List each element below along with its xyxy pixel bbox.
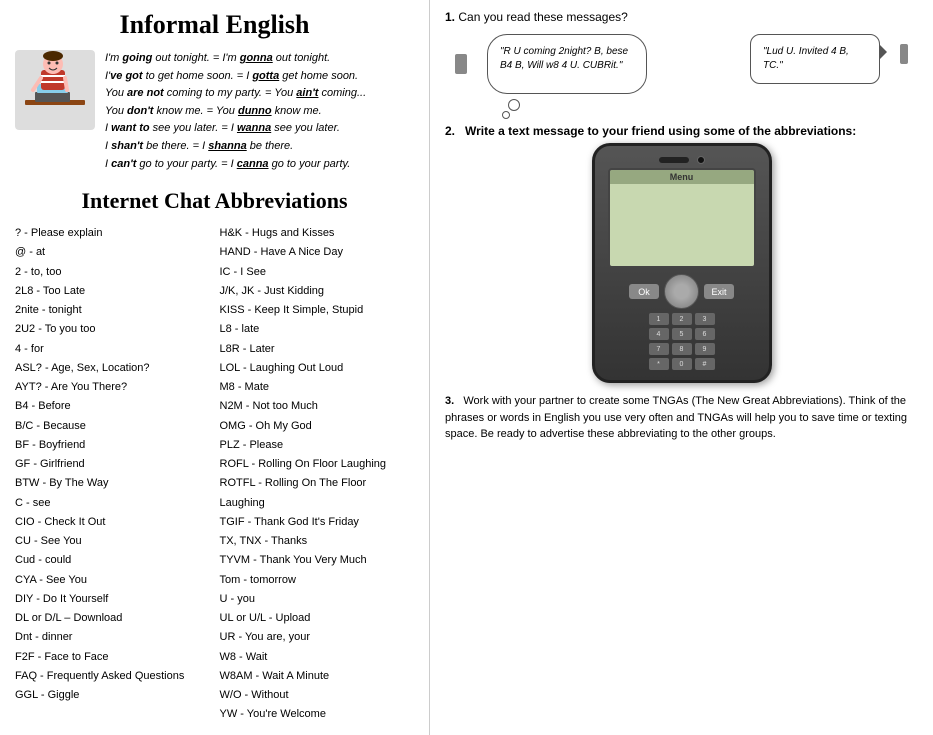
list-item: PLZ - Please bbox=[220, 436, 415, 455]
list-item: HAND - Have A Nice Day bbox=[220, 243, 415, 262]
phone-menu-bar: Menu bbox=[610, 170, 754, 184]
q3-label: 3. bbox=[445, 395, 454, 407]
list-item: DL or D/L – Download bbox=[15, 609, 210, 628]
list-item: TYVM - Thank You Very Much bbox=[220, 551, 415, 570]
list-item: CIO - Check It Out bbox=[15, 513, 210, 532]
informal-text: I'm going out tonight. = I'm gonna out t… bbox=[105, 50, 366, 173]
list-item: OMG - Oh My God bbox=[220, 417, 415, 436]
q1-label: 1. bbox=[445, 10, 455, 24]
informal-section: I'm going out tonight. = I'm gonna out t… bbox=[15, 50, 414, 173]
list-item: UL or U/L - Upload bbox=[220, 609, 415, 628]
list-item: DIY - Do It Yourself bbox=[15, 590, 210, 609]
list-item: 2U2 - To you too bbox=[15, 320, 210, 339]
list-item: CU - See You bbox=[15, 532, 210, 551]
phone-top-area bbox=[659, 156, 705, 164]
list-item: W8 - Wait bbox=[220, 648, 415, 667]
list-item: 4 - for bbox=[15, 340, 210, 359]
list-item: GGL - Giggle bbox=[15, 686, 210, 705]
phone-screen: Menu bbox=[608, 168, 756, 268]
phone-exit-button[interactable]: Exit bbox=[704, 284, 734, 299]
list-item: C - see bbox=[15, 494, 210, 513]
phone-camera bbox=[697, 156, 705, 164]
phone-left-icon bbox=[455, 54, 467, 74]
question-1: 1. Can you read these messages? bbox=[445, 10, 918, 24]
list-item: N2M - Not too Much bbox=[220, 397, 415, 416]
phone-keypad: 1 2 3 4 5 6 7 8 9 * 0 # bbox=[649, 313, 715, 370]
list-item: 2 - to, too bbox=[15, 263, 210, 282]
list-item: F2F - Face to Face bbox=[15, 648, 210, 667]
phone-key-7[interactable]: 7 bbox=[649, 343, 669, 355]
q3-container: 3. Work with your partner to create some… bbox=[445, 393, 918, 443]
right-panel: 1. Can you read these messages? "R U com… bbox=[430, 0, 933, 735]
q1-text: Can you read these messages? bbox=[458, 10, 627, 24]
list-item: W/O - Without bbox=[220, 686, 415, 705]
phone-key-5[interactable]: 5 bbox=[672, 328, 692, 340]
phone-key-6[interactable]: 6 bbox=[695, 328, 715, 340]
phone-container: Menu Ok Exit 1 2 3 4 5 6 7 8 9 * 0 # bbox=[445, 143, 918, 383]
list-item: BF - Boyfriend bbox=[15, 436, 210, 455]
phone-controls: Ok Exit bbox=[629, 274, 734, 309]
phone-key-8[interactable]: 8 bbox=[672, 343, 692, 355]
list-item: KISS - Keep It Simple, Stupid bbox=[220, 301, 415, 320]
phone-ok-button[interactable]: Ok bbox=[629, 284, 659, 299]
list-item: ASL? - Age, Sex, Location? bbox=[15, 359, 210, 378]
reply-bubble-right: "Lud U. Invited 4 B, TC." bbox=[750, 34, 880, 84]
list-item: Dnt - dinner bbox=[15, 628, 210, 647]
list-item: W8AM - Wait A Minute bbox=[220, 667, 415, 686]
phone-key-3[interactable]: 3 bbox=[695, 313, 715, 325]
list-item: J/K, JK - Just Kidding bbox=[220, 282, 415, 301]
phone-nav-button[interactable] bbox=[664, 274, 699, 309]
list-item: ? - Please explain bbox=[15, 224, 210, 243]
list-item: FAQ - Frequently Asked Questions bbox=[15, 667, 210, 686]
abbrev-title: Internet Chat Abbreviations bbox=[15, 188, 414, 214]
student-image bbox=[15, 50, 95, 130]
list-item: BTW - By The Way bbox=[15, 474, 210, 493]
q2-label: 2. bbox=[445, 124, 455, 138]
list-item: L8 - late bbox=[220, 320, 415, 339]
phone-key-9[interactable]: 9 bbox=[695, 343, 715, 355]
list-item: GF - Girlfriend bbox=[15, 455, 210, 474]
q3-text: Work with your partner to create some TN… bbox=[445, 395, 907, 440]
phone-right-icon bbox=[900, 44, 908, 64]
main-title: Informal English bbox=[15, 10, 414, 40]
list-item: M8 - Mate bbox=[220, 378, 415, 397]
list-item: TGIF - Thank God It's Friday bbox=[220, 513, 415, 532]
speech-bubbles-area: "R U coming 2night? B, bese B4 B, Will w… bbox=[445, 24, 918, 104]
abbrev-col-2: H&K - Hugs and KissesHAND - Have A Nice … bbox=[220, 224, 415, 725]
list-item: ROTFL - Rolling On The Floor Laughing bbox=[220, 474, 415, 513]
phone-key-2[interactable]: 2 bbox=[672, 313, 692, 325]
phone-key-1[interactable]: 1 bbox=[649, 313, 669, 325]
mobile-phone: Menu Ok Exit 1 2 3 4 5 6 7 8 9 * 0 # bbox=[592, 143, 772, 383]
list-item: IC - I See bbox=[220, 263, 415, 282]
list-item: TX, TNX - Thanks bbox=[220, 532, 415, 551]
phone-key-4[interactable]: 4 bbox=[649, 328, 669, 340]
list-item: Tom - tomorrow bbox=[220, 571, 415, 590]
list-item: H&K - Hugs and Kisses bbox=[220, 224, 415, 243]
list-item: YW - You're Welcome bbox=[220, 705, 415, 724]
list-item: U - you bbox=[220, 590, 415, 609]
q2-text: Write a text message to your friend usin… bbox=[465, 124, 856, 138]
abbrev-col-1: ? - Please explain@ - at2 - to, too2L8 -… bbox=[15, 224, 210, 725]
list-item: @ - at bbox=[15, 243, 210, 262]
list-item: 2L8 - Too Late bbox=[15, 282, 210, 301]
list-item: 2nite - tonight bbox=[15, 301, 210, 320]
list-item: UR - You are, your bbox=[220, 628, 415, 647]
list-item: LOL - Laughing Out Loud bbox=[220, 359, 415, 378]
list-item: B/C - Because bbox=[15, 417, 210, 436]
phone-key-0[interactable]: 0 bbox=[672, 358, 692, 370]
left-panel: Informal English bbox=[0, 0, 430, 735]
list-item: ROFL - Rolling On Floor Laughing bbox=[220, 455, 415, 474]
phone-key-hash[interactable]: # bbox=[695, 358, 715, 370]
list-item: AYT? - Are You There? bbox=[15, 378, 210, 397]
phone-speaker bbox=[659, 157, 689, 163]
list-item: B4 - Before bbox=[15, 397, 210, 416]
list-item: CYA - See You bbox=[15, 571, 210, 590]
phone-key-star[interactable]: * bbox=[649, 358, 669, 370]
q2-container: 2. Write a text message to your friend u… bbox=[445, 124, 918, 138]
thought-bubble-left: "R U coming 2night? B, bese B4 B, Will w… bbox=[487, 34, 647, 94]
list-item: Cud - could bbox=[15, 551, 210, 570]
abbreviations-container: ? - Please explain@ - at2 - to, too2L8 -… bbox=[15, 224, 414, 725]
list-item: L8R - Later bbox=[220, 340, 415, 359]
